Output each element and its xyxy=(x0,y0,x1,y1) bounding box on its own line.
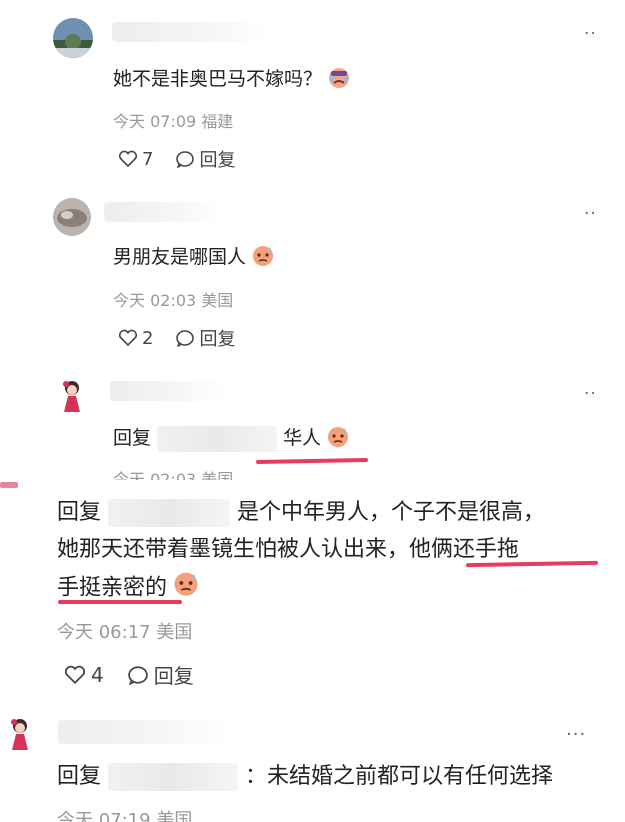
username-redacted[interactable] xyxy=(110,381,225,401)
comment-text: 她不是非奥巴马不嫁吗？ xyxy=(113,64,352,94)
comment-location: 福建 xyxy=(201,112,234,131)
avatar-cartoon-girl-image xyxy=(63,381,80,412)
username-redacted[interactable] xyxy=(58,720,233,744)
comment-text-line-2: 她那天还带着墨镜生怕被人认出来，他俩还手拖 xyxy=(57,533,519,567)
reply-label: 回复 xyxy=(199,329,236,350)
comment-meta: 今天 06:17 美国 xyxy=(57,618,192,644)
comment-bubble-icon xyxy=(176,330,195,347)
comment-actions: 4 回复 xyxy=(63,660,216,689)
highlight-underline xyxy=(58,600,182,604)
comment-meta: 今天 07:09 福建 xyxy=(113,108,233,132)
comment-text-line-1: 回复 是个中年男人，个子不是很高， xyxy=(57,496,545,530)
comment-time: 今天 07:19 xyxy=(57,810,151,822)
username-redacted[interactable] xyxy=(104,202,224,222)
like-count: 7 xyxy=(142,148,154,170)
avatar-landscape-image xyxy=(53,18,93,58)
avatar[interactable] xyxy=(53,198,91,236)
avatar[interactable] xyxy=(53,18,93,58)
heart-icon xyxy=(118,329,138,347)
reply-prefix: 回复 xyxy=(113,427,152,449)
comment-location: 美国 xyxy=(156,810,193,822)
like-button[interactable]: 2 xyxy=(118,328,153,349)
comment-body: 她那天还带着墨镜生怕被人认出来，他俩还手拖 xyxy=(57,537,520,562)
reply-button[interactable]: 回复 xyxy=(126,660,194,689)
sweating-face-emoji-icon xyxy=(325,424,351,453)
comment-body: 她不是非奥巴马不嫁吗？ xyxy=(113,68,323,90)
comment-text: 男朋友是哪国人 xyxy=(113,242,276,272)
like-count: 2 xyxy=(142,327,154,349)
more-options-icon[interactable]: ·· xyxy=(584,204,597,224)
comment-location: 美国 xyxy=(156,622,193,643)
reply-label: 回复 xyxy=(199,150,236,171)
comment-text: 回复 华人 xyxy=(113,423,351,453)
username-redacted[interactable] xyxy=(112,22,272,42)
avatar[interactable] xyxy=(2,716,38,752)
reply-button[interactable]: 回复 xyxy=(175,325,235,351)
comment-body: 手挺亲密的 xyxy=(57,575,168,601)
comment-meta: 今天 07:19 美国 xyxy=(57,806,192,822)
comment-body: 是个中年男人，个子不是很高， xyxy=(237,500,546,525)
mention-redacted[interactable] xyxy=(157,425,278,452)
more-options-icon[interactable]: ·· xyxy=(584,384,597,404)
reply-label: 回复 xyxy=(153,664,194,688)
comment-actions: 2 回复 xyxy=(118,325,257,351)
avatar-rock-image xyxy=(53,198,91,236)
comment-time: 今天 07:09 xyxy=(113,112,197,131)
comment-actions: 7 回复 xyxy=(118,146,257,172)
crying-face-emoji-icon xyxy=(326,65,352,94)
reply-prefix: 回复 xyxy=(57,764,102,789)
highlight-underline xyxy=(255,458,369,464)
avatar[interactable] xyxy=(54,378,90,414)
comment-text: 回复 ：未结婚之前都可以有任何选择 xyxy=(57,760,553,794)
comment-location: 美国 xyxy=(201,291,234,310)
comment-meta: 今天 02:03 美国 xyxy=(113,287,233,311)
avatar-cartoon-girl-image xyxy=(11,719,28,750)
comment-time: 今天 02:03 xyxy=(113,291,197,310)
comment-body: 华人 xyxy=(283,427,322,449)
more-options-icon[interactable]: ··· xyxy=(566,724,586,745)
comment-bubble-icon xyxy=(127,665,148,685)
comment-time: 今天 06:17 xyxy=(57,622,151,643)
like-button[interactable]: 4 xyxy=(63,663,104,687)
comment-body: ：未结婚之前都可以有任何选择 xyxy=(245,764,554,789)
mention-redacted[interactable] xyxy=(108,499,231,527)
heart-icon xyxy=(64,665,86,684)
comment-bubble-icon xyxy=(176,151,195,168)
like-button[interactable]: 7 xyxy=(118,149,153,170)
mention-redacted[interactable] xyxy=(108,763,239,791)
sweating-face-emoji-icon xyxy=(250,243,276,272)
avatar-fragment xyxy=(0,482,18,488)
more-options-icon[interactable]: ·· xyxy=(584,24,597,44)
overlay-screenshot-panel: 回复 是个中年男人，个子不是很高， 她那天还带着墨镜生怕被人认出来，他俩还手拖 … xyxy=(0,480,625,822)
heart-icon xyxy=(118,150,138,168)
reply-prefix: 回复 xyxy=(57,500,102,525)
reply-button[interactable]: 回复 xyxy=(175,146,235,172)
comment-body: 男朋友是哪国人 xyxy=(113,246,247,268)
like-count: 4 xyxy=(91,662,104,687)
